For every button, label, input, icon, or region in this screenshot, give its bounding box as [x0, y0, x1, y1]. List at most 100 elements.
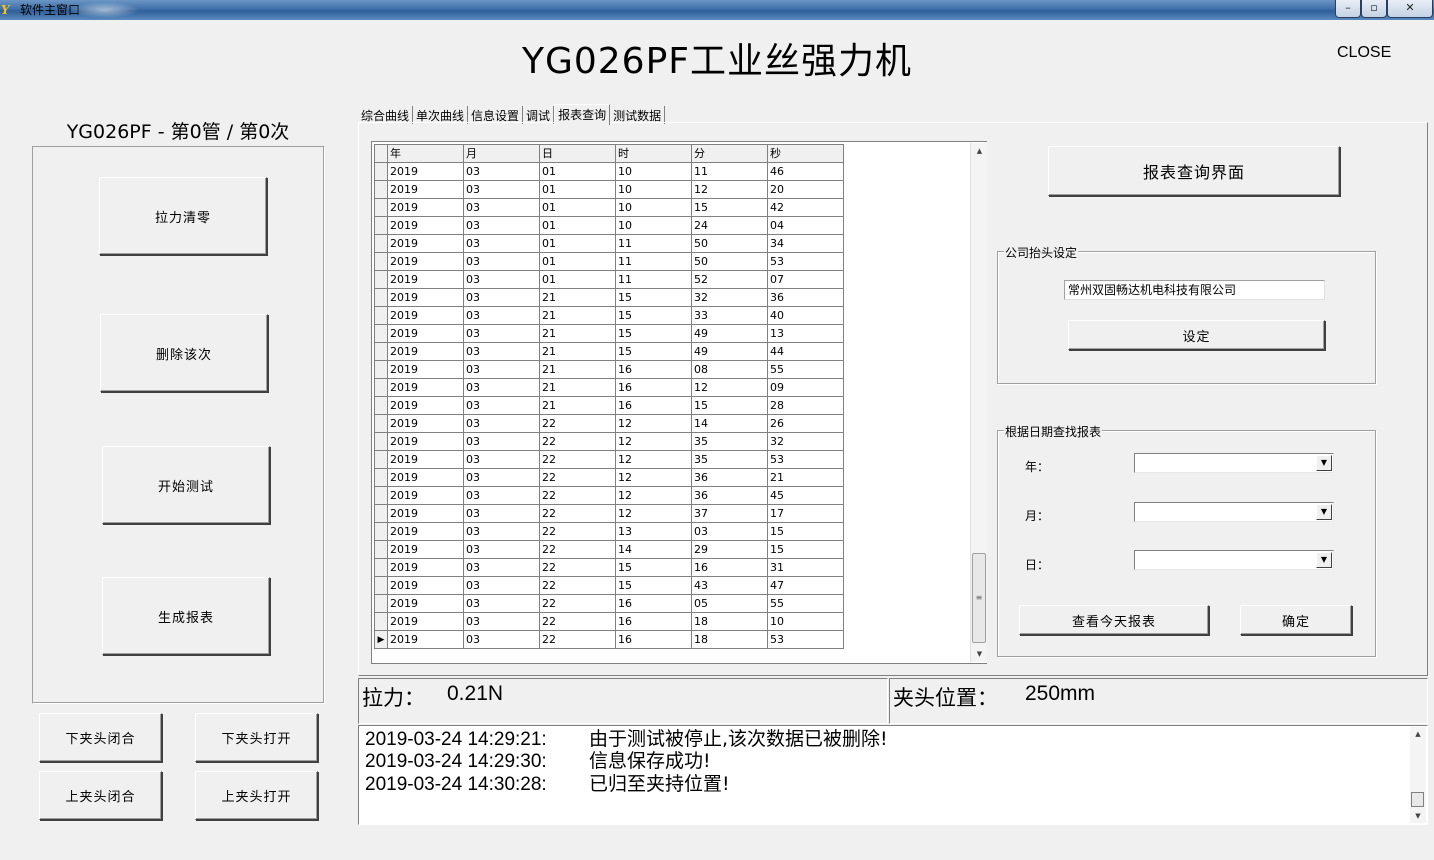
- table-row[interactable]: 2019 03 22 16 18 10: [374, 612, 844, 631]
- cell-hour[interactable]: 15: [615, 288, 692, 307]
- cell-year[interactable]: 2019: [387, 216, 464, 235]
- cell-minute[interactable]: 49: [691, 342, 768, 361]
- table-row[interactable]: 2019 03 22 12 36 21: [374, 468, 844, 487]
- cell-minute[interactable]: 11: [691, 162, 768, 181]
- cell-year[interactable]: 2019: [387, 594, 464, 613]
- cell-second[interactable]: 15: [767, 540, 844, 559]
- tab-report-query[interactable]: 报表查询: [554, 104, 611, 125]
- cell-hour[interactable]: 10: [615, 216, 692, 235]
- cell-second[interactable]: 34: [767, 234, 844, 253]
- cell-month[interactable]: 03: [463, 558, 540, 577]
- cell-day[interactable]: 01: [539, 252, 616, 271]
- cell-year[interactable]: 2019: [387, 432, 464, 451]
- table-row[interactable]: 2019 03 22 12 14 26: [374, 414, 844, 433]
- cell-day[interactable]: 21: [539, 396, 616, 415]
- cell-second[interactable]: 20: [767, 180, 844, 199]
- cell-hour[interactable]: 12: [615, 486, 692, 505]
- log-scrollbar[interactable]: ▲ ▼: [1410, 727, 1426, 823]
- chevron-down-icon[interactable]: ▼: [1316, 504, 1332, 520]
- cell-minute[interactable]: 32: [691, 288, 768, 307]
- cell-year[interactable]: 2019: [387, 270, 464, 289]
- column-header-day[interactable]: 日: [539, 144, 616, 163]
- row-indicator[interactable]: [374, 612, 388, 631]
- cell-second[interactable]: 44: [767, 342, 844, 361]
- cell-second[interactable]: 21: [767, 468, 844, 487]
- cell-day[interactable]: 01: [539, 180, 616, 199]
- cell-year[interactable]: 2019: [387, 504, 464, 523]
- cell-minute[interactable]: 37: [691, 504, 768, 523]
- cell-second[interactable]: 32: [767, 432, 844, 451]
- cell-year[interactable]: 2019: [387, 324, 464, 343]
- table-row[interactable]: 2019 03 21 15 32 36: [374, 288, 844, 307]
- scroll-up-icon[interactable]: ▲: [1410, 727, 1426, 741]
- cell-second[interactable]: 47: [767, 576, 844, 595]
- cell-year[interactable]: 2019: [387, 612, 464, 631]
- cell-hour[interactable]: 12: [615, 504, 692, 523]
- cell-day[interactable]: 01: [539, 270, 616, 289]
- cell-second[interactable]: 28: [767, 396, 844, 415]
- table-row[interactable]: 2019 03 01 10 15 42: [374, 198, 844, 217]
- scroll-down-icon[interactable]: ▼: [1410, 809, 1426, 823]
- cell-day[interactable]: 21: [539, 378, 616, 397]
- table-row[interactable]: 2019 03 22 12 37 17: [374, 504, 844, 523]
- cell-hour[interactable]: 11: [615, 252, 692, 271]
- row-indicator[interactable]: [374, 396, 388, 415]
- row-indicator[interactable]: [374, 288, 388, 307]
- cell-hour[interactable]: 10: [615, 180, 692, 199]
- cell-month[interactable]: 03: [463, 306, 540, 325]
- report-query-title-button[interactable]: 报表查询界面: [1048, 146, 1340, 196]
- start-test-button[interactable]: 开始测试: [102, 446, 270, 524]
- cell-month[interactable]: 03: [463, 378, 540, 397]
- view-today-report-button[interactable]: 查看今天报表: [1019, 605, 1209, 635]
- cell-second[interactable]: 04: [767, 216, 844, 235]
- table-row[interactable]: 2019 03 21 15 33 40: [374, 306, 844, 325]
- cell-second[interactable]: 42: [767, 198, 844, 217]
- cell-second[interactable]: 17: [767, 504, 844, 523]
- grid-scrollbar[interactable]: ▲ ≡ ▼: [970, 143, 987, 662]
- cell-minute[interactable]: 08: [691, 360, 768, 379]
- column-header-hour[interactable]: 时: [615, 144, 692, 163]
- row-indicator[interactable]: [374, 540, 388, 559]
- cell-day[interactable]: 22: [539, 594, 616, 613]
- cell-minute[interactable]: 36: [691, 468, 768, 487]
- cell-second[interactable]: 53: [767, 450, 844, 469]
- cell-month[interactable]: 03: [463, 432, 540, 451]
- table-row[interactable]: ▶ 2019 03 22 16 18 53: [374, 630, 844, 649]
- row-indicator[interactable]: [374, 234, 388, 253]
- cell-minute[interactable]: 33: [691, 306, 768, 325]
- cell-year[interactable]: 2019: [387, 414, 464, 433]
- cell-second[interactable]: 07: [767, 270, 844, 289]
- cell-day[interactable]: 21: [539, 306, 616, 325]
- year-select[interactable]: ▼: [1134, 453, 1334, 473]
- cell-minute[interactable]: 35: [691, 450, 768, 469]
- table-row[interactable]: 2019 03 22 12 35 32: [374, 432, 844, 451]
- cell-month[interactable]: 03: [463, 414, 540, 433]
- cell-minute[interactable]: 18: [691, 630, 768, 649]
- cell-day[interactable]: 01: [539, 216, 616, 235]
- cell-year[interactable]: 2019: [387, 468, 464, 487]
- cell-second[interactable]: 45: [767, 486, 844, 505]
- cell-month[interactable]: 03: [463, 252, 540, 271]
- cell-hour[interactable]: 16: [615, 378, 692, 397]
- cell-hour[interactable]: 15: [615, 342, 692, 361]
- cell-minute[interactable]: 15: [691, 396, 768, 415]
- cell-month[interactable]: 03: [463, 540, 540, 559]
- cell-day[interactable]: 22: [539, 558, 616, 577]
- row-indicator[interactable]: [374, 342, 388, 361]
- cell-day[interactable]: 22: [539, 414, 616, 433]
- cell-year[interactable]: 2019: [387, 234, 464, 253]
- cell-year[interactable]: 2019: [387, 540, 464, 559]
- message-log[interactable]: 2019-03-24 14:29:21: 由于测试被停止,该次数据已被删除! 20…: [358, 725, 1428, 825]
- cell-hour[interactable]: 12: [615, 450, 692, 469]
- table-row[interactable]: 2019 03 22 12 35 53: [374, 450, 844, 469]
- cell-month[interactable]: 03: [463, 396, 540, 415]
- cell-minute[interactable]: 43: [691, 576, 768, 595]
- cell-hour[interactable]: 10: [615, 198, 692, 217]
- table-row[interactable]: 2019 03 01 10 11 46: [374, 162, 844, 181]
- cell-hour[interactable]: 16: [615, 594, 692, 613]
- scroll-down-icon[interactable]: ▼: [971, 646, 988, 662]
- records-grid[interactable]: 年 月 日 时 分 秒 2019 03 01 10 11 46 2019 03 01 10 12 20…: [371, 141, 987, 664]
- cell-hour[interactable]: 16: [615, 360, 692, 379]
- upper-clamp-open-button[interactable]: 上夹头打开: [195, 771, 318, 820]
- cell-hour[interactable]: 14: [615, 540, 692, 559]
